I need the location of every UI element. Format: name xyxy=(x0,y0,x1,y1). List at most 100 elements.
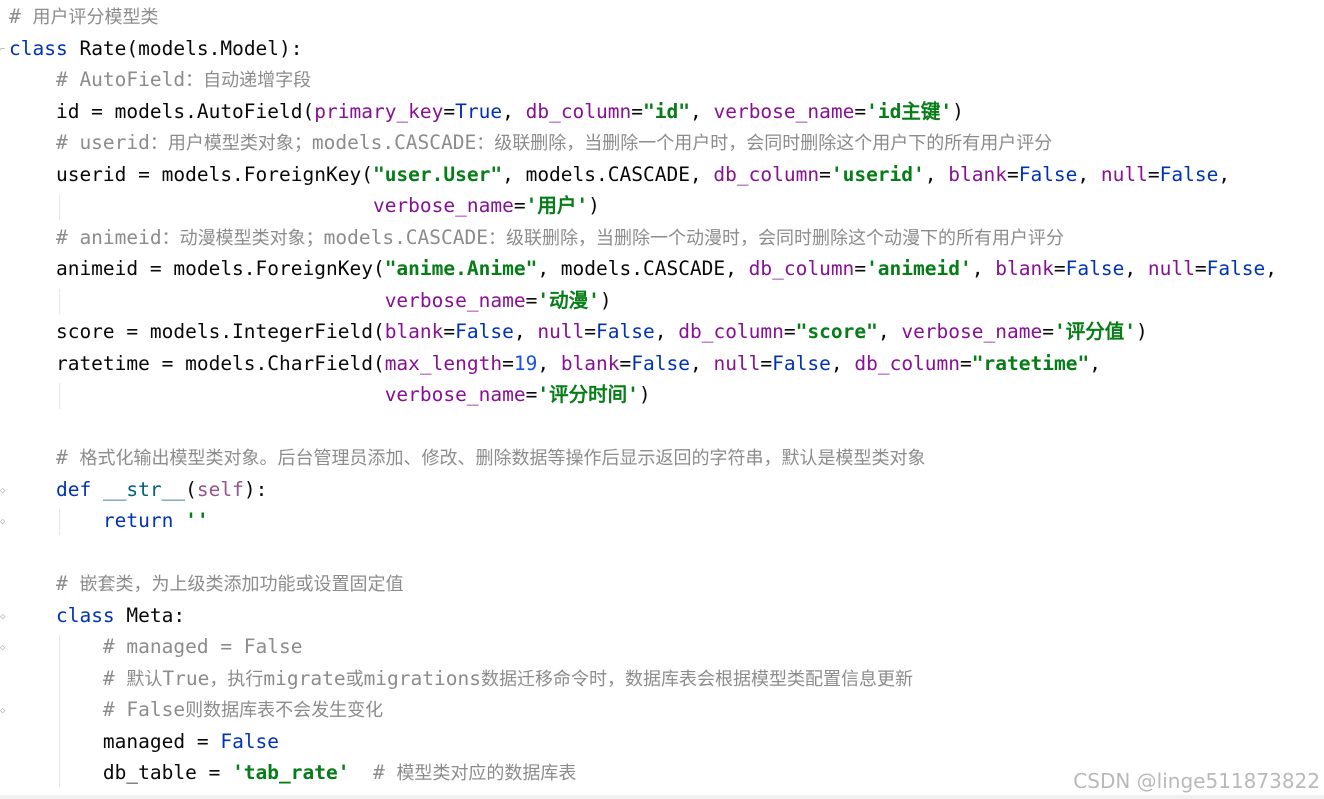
code-line[interactable]: # 嵌套类，为上级类添加功能或设置固定值 xyxy=(0,568,1324,599)
code-token: ' xyxy=(1053,320,1066,343)
code-line[interactable] xyxy=(0,537,1324,568)
code-token: Meta: xyxy=(126,603,186,627)
code-token: 主键 xyxy=(901,99,941,123)
code-line[interactable]: class Rate(models.Model): ⌐ xyxy=(0,33,1324,64)
code-token: True xyxy=(162,666,210,690)
code-line[interactable]: animeid = models.ForeignKey("anime.Anime… xyxy=(0,253,1324,284)
code-token: , models.CASCADE, xyxy=(502,162,714,186)
code-token: = xyxy=(783,320,796,343)
code-token: __str__ xyxy=(102,477,186,501)
fold-gutter-icon[interactable]: ◇ xyxy=(0,611,8,623)
code-token: = xyxy=(854,99,867,123)
code-token: max_length xyxy=(384,351,503,375)
code-text: id = models.AutoField(primary_key=True, … xyxy=(9,96,964,127)
code-line[interactable]: score = models.IntegerField(blank=False,… xyxy=(0,316,1324,347)
code-line[interactable]: def __str__(self): ◇ xyxy=(0,474,1324,505)
fold-gutter-icon[interactable]: ⌐ xyxy=(0,44,8,56)
code-token: , xyxy=(1089,351,1101,375)
code-line[interactable]: verbose_name='动漫') xyxy=(0,285,1324,316)
code-line[interactable]: # userid：用户模型类对象；models.CASCADE：级联删除，当删除… xyxy=(0,127,1324,158)
code-token: # xyxy=(9,446,80,469)
code-token: '' xyxy=(185,509,209,532)
code-line[interactable]: class Meta: ◇ xyxy=(0,600,1324,631)
code-token: , models.CASCADE, xyxy=(537,257,749,280)
code-token: ) xyxy=(1135,320,1148,343)
code-text: # AutoField：自动递增字段 xyxy=(9,64,311,96)
code-text: # 嵌套类，为上级类添加功能或设置固定值 xyxy=(9,568,404,600)
code-token: class xyxy=(9,36,80,60)
code-line[interactable]: ratetime = models.CharField(max_length=1… xyxy=(0,348,1324,379)
fold-gutter-icon[interactable]: ◇ xyxy=(0,705,8,717)
code-token: Rate(models.Model): xyxy=(79,36,303,60)
code-token: , xyxy=(1218,162,1231,186)
code-token: null xyxy=(713,351,761,375)
code-text: ratetime = models.CharField(max_length=1… xyxy=(9,348,1101,379)
code-token: blank xyxy=(948,162,1007,186)
code-token: ratetime = models.CharField( xyxy=(9,351,385,375)
code-token: , xyxy=(924,162,949,186)
code-text: managed = False xyxy=(9,726,279,757)
code-token: = xyxy=(502,351,514,375)
code-token: verbose_name xyxy=(384,288,526,312)
code-token: False xyxy=(596,320,655,343)
code-line[interactable]: managed = False xyxy=(0,726,1324,757)
code-token: False xyxy=(772,351,831,375)
code-token: 'userid' xyxy=(830,162,925,186)
code-text: # animeid：动漫模型类对象；models.CASCADE：级联删除，当删… xyxy=(9,222,1064,254)
csdn-watermark: CSDN @linge511873822 xyxy=(1073,769,1320,793)
code-line[interactable]: # AutoField：自动递增字段 xyxy=(0,64,1324,95)
code-token: "id" xyxy=(643,99,690,123)
code-token: 模型类对应的数据库表 xyxy=(396,763,577,784)
fold-gutter-icon[interactable]: ◇ xyxy=(0,485,8,497)
code-text: userid = models.ForeignKey("user.User", … xyxy=(9,159,1230,190)
code-token: , xyxy=(830,351,855,375)
code-text: # userid：用户模型类对象；models.CASCADE：级联删除，当删除… xyxy=(9,127,1052,159)
code-token: , xyxy=(689,99,714,123)
code-token: ：动漫模型类对象； xyxy=(161,227,324,249)
code-token: # animeid xyxy=(9,225,162,249)
code-token: null xyxy=(1100,162,1148,186)
code-line[interactable]: # 用户评分模型类 xyxy=(0,1,1324,32)
code-line[interactable]: userid = models.ForeignKey("user.User", … xyxy=(0,159,1324,190)
code-line[interactable]: verbose_name='用户') xyxy=(0,190,1324,221)
fold-gutter-icon[interactable]: ◇ xyxy=(0,642,8,654)
code-token: animeid = models.ForeignKey( xyxy=(9,257,385,280)
code-line[interactable]: # managed = False ◇ xyxy=(0,631,1324,662)
code-line[interactable]: verbose_name='评分时间') xyxy=(0,379,1324,410)
code-text: class Rate(models.Model): xyxy=(9,33,303,64)
code-line[interactable]: # False则数据库表不会发生变化 ◇ xyxy=(0,694,1324,725)
code-text: def __str__(self): xyxy=(9,474,267,505)
code-token: False xyxy=(1159,162,1219,186)
code-token: 默认 xyxy=(126,668,163,690)
code-line[interactable]: # animeid：动漫模型类对象；models.CASCADE：级联删除，当删… xyxy=(0,222,1324,253)
code-editor[interactable]: # 用户评分模型类 class Rate(models.Model): ⌐ # Au… xyxy=(0,0,1324,799)
code-token: db_column xyxy=(678,320,784,343)
code-text: # False则数据库表不会发生变化 xyxy=(9,694,383,726)
code-line[interactable]: return '' ◇ xyxy=(0,505,1324,536)
fold-gutter-icon[interactable]: ◇ xyxy=(0,516,8,528)
code-token: , xyxy=(513,320,538,343)
code-line[interactable]: # 格式化输出模型类对象。后台管理员添加、修改、删除数据等操作后显示返回的字符串… xyxy=(0,442,1324,473)
code-text: score = models.IntegerField(blank=False,… xyxy=(9,316,1148,347)
code-line[interactable]: id = models.AutoField(primary_key=True, … xyxy=(0,96,1324,127)
code-token: "score" xyxy=(795,320,878,343)
code-text: # 用户评分模型类 xyxy=(9,1,158,33)
code-token: blank xyxy=(560,351,620,375)
code-token: score = models.IntegerField( xyxy=(9,320,385,343)
code-token: 动漫 xyxy=(549,288,589,312)
code-token: , xyxy=(537,351,561,375)
code-line[interactable]: # 默认True，执行migrate或migrations数据迁移命令时，数据库… xyxy=(0,663,1324,694)
code-token: 19 xyxy=(513,351,538,375)
code-token: # xyxy=(9,5,33,28)
code-token: = xyxy=(960,351,972,375)
indent-guide xyxy=(59,288,61,314)
code-token: ' xyxy=(537,383,550,406)
code-line[interactable] xyxy=(0,411,1324,442)
code-token: = xyxy=(760,351,773,375)
indent-guide xyxy=(59,509,61,535)
horizontal-scrollbar[interactable] xyxy=(0,795,1324,799)
